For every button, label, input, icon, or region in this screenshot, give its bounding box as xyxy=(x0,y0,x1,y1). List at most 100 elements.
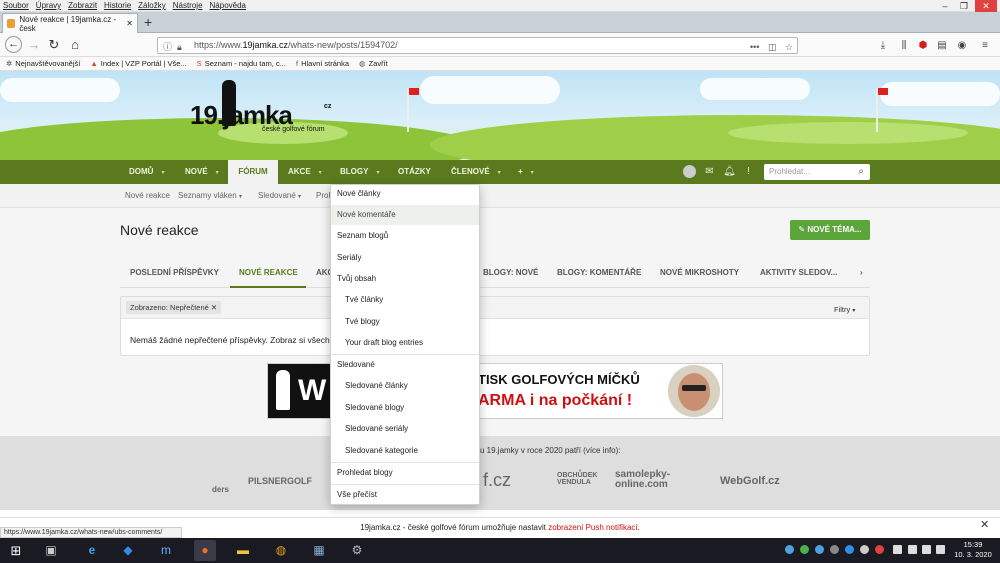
dropdown-watched-categories[interactable]: Sledované kategorie xyxy=(345,444,418,458)
dropdown-watched-blogs[interactable]: Sledované blogy xyxy=(345,401,404,415)
menu-history[interactable]: Historie xyxy=(104,1,131,10)
battery-icon[interactable] xyxy=(908,545,917,554)
menu-file[interactable]: Soubor xyxy=(3,1,29,10)
dropdown-draft-entries[interactable]: Your draft blog entries xyxy=(345,336,423,350)
dropbox-icon[interactable]: ◆ xyxy=(117,540,139,561)
flag-tray-icon[interactable] xyxy=(893,545,902,554)
volume-icon[interactable] xyxy=(936,545,945,554)
partner-logo[interactable]: WebGolf.cz xyxy=(720,475,780,487)
tray-icon[interactable] xyxy=(860,545,869,554)
menu-edit[interactable]: Úpravy xyxy=(36,1,61,10)
dropdown-new-comments[interactable]: Nové komentáře xyxy=(337,208,396,222)
partner-logo[interactable]: ders xyxy=(212,485,229,494)
mail-icon[interactable]: ✉ xyxy=(703,165,716,178)
sidebar-icon[interactable]: ▤ xyxy=(935,39,949,53)
tab-blogs-comments[interactable]: BLOGY: KOMENTÁŘE xyxy=(557,268,641,277)
tab-close-icon[interactable]: ✕ xyxy=(126,19,133,28)
nav-home[interactable]: DOMŮ ▾ xyxy=(129,160,164,184)
account-icon[interactable]: ◉ xyxy=(955,39,969,53)
info-icon[interactable]: ⓘ xyxy=(163,40,172,55)
network-icon[interactable] xyxy=(922,545,931,554)
avatar[interactable] xyxy=(683,165,696,178)
subnav-new-replies[interactable]: Nové reakce xyxy=(125,184,170,208)
computer-icon[interactable]: ▣ xyxy=(40,540,62,561)
ie-icon[interactable]: e xyxy=(81,540,103,561)
nav-members[interactable]: ČLENOVÉ ▾ xyxy=(451,160,501,184)
tray-icon[interactable] xyxy=(800,545,809,554)
dropdown-search-blogs[interactable]: Prohledat blogy xyxy=(337,466,393,480)
filters-button[interactable]: Filtry ▾ xyxy=(834,305,855,314)
reload-icon[interactable]: ↻ xyxy=(46,36,62,54)
menu-view[interactable]: Zobrazit xyxy=(68,1,97,10)
push-notice-link[interactable]: zobrazení Push notifikací xyxy=(548,523,637,532)
tray-icon[interactable] xyxy=(785,545,794,554)
bell-icon[interactable]: 🔔︎ xyxy=(723,165,736,178)
tabs-scroll-right-icon[interactable]: › xyxy=(860,268,863,277)
alert-icon[interactable]: ! xyxy=(742,165,755,178)
star-icon[interactable]: ☆ xyxy=(785,40,793,55)
browser-tab[interactable]: Nové reakce | 19jamka.cz - česk ✕ xyxy=(2,13,138,33)
lock-icon[interactable]: 🔒︎ xyxy=(177,40,182,55)
menu-bookmarks[interactable]: Záložky xyxy=(138,1,166,10)
restore-icon[interactable]: ❐ xyxy=(953,0,975,12)
pocket-icon[interactable]: ◫ xyxy=(768,40,777,55)
dropdown-blog-list[interactable]: Seznam blogů xyxy=(337,229,388,243)
bookmark-close[interactable]: ◍ Zavřít xyxy=(359,59,388,68)
adblock-icon[interactable]: ⬢ xyxy=(916,39,930,53)
dropdown-watched-series[interactable]: Sledované seriály xyxy=(345,422,408,436)
more-dots-icon[interactable]: ••• xyxy=(750,40,759,55)
tab-new-replies[interactable]: NOVÉ REAKCE xyxy=(239,268,298,277)
dropdown-series[interactable]: Seriály xyxy=(337,251,361,265)
firefox-icon[interactable]: ● xyxy=(194,540,216,561)
new-thread-button[interactable]: ✎ NOVÉ TÉMA... xyxy=(790,220,870,240)
dropdown-new-articles[interactable]: Nové články xyxy=(337,187,381,201)
tray-icon[interactable] xyxy=(845,545,854,554)
nav-events[interactable]: AKCE ▾ xyxy=(288,160,322,184)
library-icon[interactable]: ⫼ xyxy=(897,39,911,53)
forward-arrow-icon[interactable]: → xyxy=(26,36,42,54)
close-window-icon[interactable]: ✕ xyxy=(975,0,997,12)
tray-icon[interactable] xyxy=(830,545,839,554)
subnav-watched[interactable]: Sledované ▾ xyxy=(258,184,301,208)
hamburger-menu-icon[interactable]: ≡ xyxy=(978,39,992,53)
bookmark-vzp[interactable]: ▲ Index | VZP Portál | Vše... xyxy=(90,59,186,68)
download-icon[interactable]: ⤓ xyxy=(876,39,890,53)
taskbar-clock[interactable]: 15:39 10. 3. 2020 xyxy=(948,540,998,560)
partner-logo[interactable]: PILSNERGOLF xyxy=(248,476,312,486)
bookmark-most-visited[interactable]: ✲ Nejnavštěvovanější xyxy=(6,59,80,68)
menu-tools[interactable]: Nástroje xyxy=(173,1,203,10)
app-orange-icon[interactable]: ◍ xyxy=(270,540,292,561)
bookmark-seznam[interactable]: S Seznam - najdu tam, c... xyxy=(197,59,286,68)
bookmark-facebook[interactable]: f Hlavní stránka xyxy=(296,59,349,68)
dropdown-mark-all-read[interactable]: Vše přečíst xyxy=(337,488,377,502)
nav-new[interactable]: NOVÉ ▾ xyxy=(185,160,219,184)
home-icon[interactable]: ⌂ xyxy=(67,36,83,54)
close-notice-icon[interactable]: ✕ xyxy=(980,518,989,531)
nav-more[interactable]: + ▾ xyxy=(518,160,534,184)
partner-logo[interactable]: OBCHŮDEK VENDULA xyxy=(557,472,607,486)
back-arrow-icon[interactable]: ← xyxy=(5,36,22,53)
app-m-icon[interactable]: m xyxy=(155,540,177,561)
tray-icon[interactable] xyxy=(875,545,884,554)
filter-chip[interactable]: Zobrazeno: Nepřečtené ✕ xyxy=(126,301,222,314)
tab-blogs-new[interactable]: BLOGY: NOVÉ xyxy=(483,268,538,277)
nav-forum[interactable]: FÓRUM xyxy=(228,160,278,184)
nav-questions[interactable]: OTÁZKY xyxy=(398,160,431,184)
dropdown-watched-articles[interactable]: Sledované články xyxy=(345,379,408,393)
dropdown-your-articles[interactable]: Tvé články xyxy=(345,293,383,307)
site-search-input[interactable]: Prohledat... ⌕ xyxy=(764,164,870,180)
remove-filter-icon[interactable]: ✕ xyxy=(211,303,217,312)
menu-help[interactable]: Nápověda xyxy=(210,1,246,10)
partner-logo[interactable]: samolepky-online.com xyxy=(615,470,695,490)
tab-new-microshots[interactable]: NOVÉ MIKROSHOTY xyxy=(660,268,739,277)
partner-logo[interactable]: f.cz xyxy=(483,470,511,491)
app-window-icon[interactable]: ▦ xyxy=(308,540,330,561)
tab-latest-posts[interactable]: POSLEDNÍ PŘÍSPĚVKY xyxy=(130,268,219,277)
address-bar[interactable]: ⓘ 🔒︎ https://www.19jamka.cz/whats-new/po… xyxy=(157,37,798,54)
new-tab-icon[interactable]: + xyxy=(144,14,158,30)
nav-blogs[interactable]: BLOGY ▾ xyxy=(340,160,379,184)
windows-start-icon[interactable]: ⊞ xyxy=(5,540,27,561)
subnav-thread-lists[interactable]: Seznamy vláken ▾ xyxy=(178,184,242,208)
dropdown-your-blogs[interactable]: Tvé blogy xyxy=(345,315,380,329)
explorer-icon[interactable]: ▬ xyxy=(232,540,254,561)
